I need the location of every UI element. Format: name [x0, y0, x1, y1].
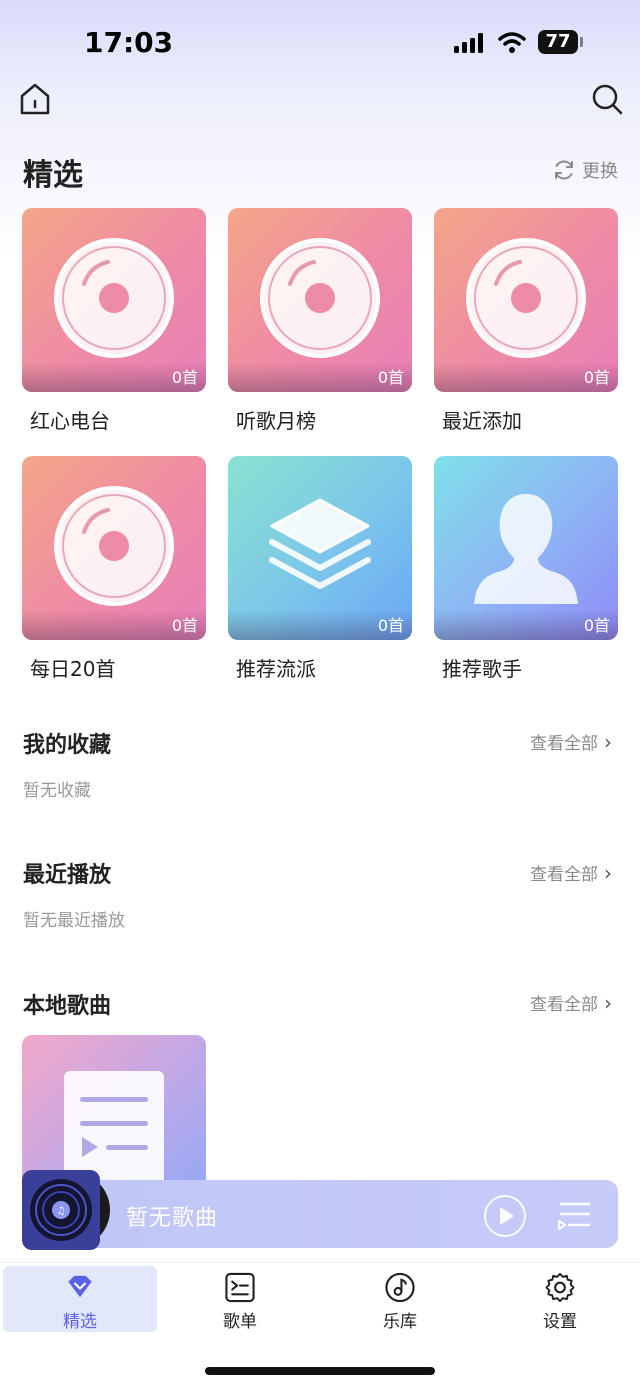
favorites-see-all[interactable]: 查看全部 › — [530, 729, 612, 755]
tab-library[interactable]: 乐库 — [323, 1266, 477, 1332]
card-label: 每日20首 — [30, 657, 116, 681]
favorites-title: 我的收藏 — [23, 733, 112, 758]
track-count: 0首 — [171, 616, 198, 635]
wifi-icon — [498, 32, 526, 53]
playlist-queue-icon[interactable] — [555, 1200, 591, 1232]
card-favorite-radio[interactable]: 0首 — [22, 208, 206, 392]
battery-nub — [580, 37, 583, 47]
music-disc-icon — [385, 1272, 415, 1303]
tab-label: 精选 — [63, 1312, 97, 1332]
see-all-label: 查看全部 — [530, 995, 598, 1015]
recent-title: 最近播放 — [23, 863, 112, 888]
tab-label: 乐库 — [383, 1312, 417, 1332]
diamond-icon — [68, 1275, 92, 1298]
refresh-icon — [555, 160, 573, 180]
favorites-empty: 暂无收藏 — [23, 781, 91, 801]
card-label: 红心电台 — [30, 409, 110, 433]
chevron-right-icon: › — [604, 990, 612, 1015]
recent-see-all[interactable]: 查看全部 › — [530, 860, 612, 886]
track-count: 0首 — [583, 616, 610, 635]
local-songs-card[interactable] — [22, 1035, 206, 1185]
chevron-right-icon: › — [604, 729, 612, 754]
vinyl-disc-icon: ♫ — [22, 1170, 110, 1250]
local-see-all[interactable]: 查看全部 › — [530, 990, 612, 1016]
play-icon[interactable] — [483, 1194, 527, 1238]
track-count: 0首 — [377, 368, 404, 387]
status-time: 17:03 — [84, 26, 174, 59]
local-title: 本地歌曲 — [23, 994, 112, 1019]
card-recommended-genres[interactable]: 0首 — [228, 456, 412, 640]
card-label: 推荐流派 — [236, 657, 316, 681]
card-daily-20[interactable]: 0首 — [22, 456, 206, 640]
tab-label: 设置 — [543, 1312, 577, 1332]
gear-icon — [545, 1272, 575, 1303]
see-all-label: 查看全部 — [530, 734, 598, 754]
card-monthly-chart[interactable]: 0首 — [228, 208, 412, 392]
tab-label: 歌单 — [223, 1312, 257, 1332]
refresh-label: 更换 — [582, 161, 618, 182]
card-label: 听歌月榜 — [236, 409, 316, 433]
track-count: 0首 — [171, 368, 198, 387]
card-label: 推荐歌手 — [442, 657, 522, 681]
home-icon[interactable] — [18, 82, 52, 116]
card-recommended-artists[interactable]: 0首 — [434, 456, 618, 640]
cellular-signal-icon — [454, 33, 483, 53]
recent-empty: 暂无最近播放 — [23, 911, 125, 931]
home-indicator — [205, 1367, 435, 1375]
svg-text:♫: ♫ — [57, 1206, 66, 1217]
tab-featured[interactable]: 精选 — [3, 1266, 157, 1332]
refresh-button[interactable]: 更换 — [552, 158, 618, 182]
song-list-icon — [64, 1071, 164, 1185]
tab-playlists[interactable]: 歌单 — [163, 1266, 317, 1332]
search-icon[interactable] — [590, 82, 624, 116]
see-all-label: 查看全部 — [530, 865, 598, 885]
featured-title: 精选 — [23, 158, 83, 193]
card-label: 最近添加 — [442, 409, 522, 433]
player-song-title: 暂无歌曲 — [126, 1206, 219, 1231]
track-count: 0首 — [583, 368, 610, 387]
tab-settings[interactable]: 设置 — [483, 1266, 637, 1332]
battery-indicator: 77 — [538, 30, 578, 54]
card-recently-added[interactable]: 0首 — [434, 208, 618, 392]
track-count: 0首 — [377, 616, 404, 635]
chevron-right-icon: › — [604, 860, 612, 885]
playlist-icon — [225, 1272, 255, 1303]
